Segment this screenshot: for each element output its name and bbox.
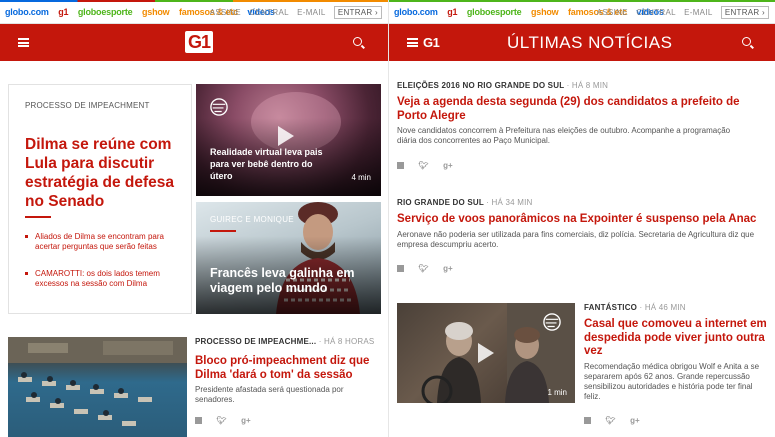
senate-image[interactable] [8, 337, 187, 437]
twitter-icon[interactable]: 🐦︎ [605, 416, 615, 425]
feature-headline[interactable]: Dilma se reúne com Lula para discutir es… [25, 135, 175, 211]
senate-illustration [8, 337, 187, 426]
news-headline[interactable]: Veja a agenda desta segunda (29) dos can… [397, 96, 769, 123]
g1-header: G1 [0, 24, 388, 61]
twitter-icon[interactable]: 🐦︎ [418, 264, 428, 273]
search-icon[interactable] [353, 37, 362, 46]
feature-divider [25, 216, 51, 218]
video-duration: 4 min [351, 173, 371, 182]
globo-bar-topline [0, 0, 388, 2]
news-summary: Nove candidatos concorrem à Prefeitura n… [397, 126, 731, 145]
twitter-icon[interactable]: 🐦︎ [216, 416, 226, 425]
news-section: ELEIÇÕES 2016 NO RIO GRANDE DO SUL · HÁ … [397, 81, 769, 90]
google-plus-icon[interactable]: g+ [241, 416, 251, 425]
globoplay-icon [210, 98, 228, 116]
entrar-button[interactable]: ENTRAR › [720, 6, 769, 19]
left-pane: globo.com g1 globoesporte gshow famosos … [0, 0, 388, 437]
share-bar: f 🐦︎ g+ [195, 410, 261, 425]
link-globo[interactable]: globo.com [394, 7, 438, 17]
bullet-dot [25, 235, 28, 238]
photo-credit: GUIREC E MONIQUE [210, 215, 294, 224]
share-bar: f 🐦︎ g+ [397, 155, 463, 170]
link-assine[interactable]: ASSINE [597, 8, 628, 17]
video-card[interactable]: Realidade virtual leva pais para ver beb… [196, 84, 381, 196]
search-icon[interactable] [742, 37, 751, 46]
feature-bullet[interactable]: Aliados de Dilma se encontram para acert… [25, 232, 165, 252]
link-globoesporte[interactable]: globoesporte [467, 7, 522, 17]
video-title[interactable]: Realidade virtual leva pais para ver beb… [210, 146, 335, 182]
news-section: FANTÁSTICO · HÁ 46 MIN [584, 303, 769, 312]
g1-header: G1 ÚLTIMAS NOTÍCIAS [389, 24, 775, 61]
feature-section: PROCESSO DE IMPEACHMENT [25, 101, 150, 110]
globoplay-icon [543, 313, 561, 331]
news-summary: Aeronave não poderia ser utilizada para … [397, 229, 755, 249]
globo-bar: globo.com g1 globoesporte gshow famosos … [389, 0, 775, 24]
link-email[interactable]: E-MAIL [297, 8, 325, 17]
link-globo[interactable]: globo.com [5, 7, 49, 17]
bottom-story-section-label: PROCESSO DE IMPEACHME... [195, 337, 317, 346]
news-video-thumbnail[interactable]: 1 min [397, 303, 575, 403]
news-item[interactable]: ELEIÇÕES 2016 NO RIO GRANDE DO SUL · HÁ … [397, 81, 769, 146]
photo-title[interactable]: Francês leva galinha em viagem pelo mund… [210, 266, 360, 296]
bottom-story-summary: Presidente afastada será questionada por… [195, 385, 344, 404]
menu-icon[interactable] [407, 38, 418, 47]
globo-bar-topline [389, 0, 775, 2]
menu-icon[interactable] [18, 38, 29, 47]
news-time: · HÁ 46 MIN [639, 303, 686, 312]
news-headline[interactable]: Serviço de voos panorâmicos na Expointer… [397, 213, 769, 227]
entrar-button[interactable]: ENTRAR › [333, 6, 382, 19]
share-bar: f 🐦︎ g+ [584, 410, 650, 425]
bottom-story-section: PROCESSO DE IMPEACHME... · HÁ 8 HORAS [195, 337, 380, 346]
share-bar: f 🐦︎ g+ [397, 258, 463, 273]
bottom-story-time: · HÁ 8 HORAS [318, 337, 375, 346]
link-central[interactable]: CENTRAL [249, 8, 288, 17]
g1-logo[interactable]: G1 [185, 31, 214, 53]
google-plus-icon[interactable]: g+ [630, 416, 640, 425]
link-g1[interactable]: g1 [58, 7, 68, 17]
photo-credit-line [210, 230, 236, 232]
google-plus-icon[interactable]: g+ [443, 264, 453, 273]
page-title: ÚLTIMAS NOTÍCIAS [507, 33, 673, 52]
news-summary: Recomendação médica obrigou Wolf e Anita… [584, 361, 760, 401]
news-item[interactable]: RIO GRANDE DO SUL · HÁ 34 MIN Serviço de… [397, 198, 769, 250]
news-time: · HÁ 8 MIN [566, 81, 609, 90]
link-email[interactable]: E-MAIL [684, 8, 712, 17]
feature-bullet[interactable]: CAMAROTTI: os dois lados temem excessos … [25, 269, 165, 289]
bullet-dot [25, 272, 28, 275]
link-assine[interactable]: ASSINE [210, 8, 241, 17]
link-gshow[interactable]: gshow [142, 7, 170, 17]
link-central[interactable]: CENTRAL [636, 8, 675, 17]
globo-bar: globo.com g1 globoesporte gshow famosos … [0, 0, 388, 24]
facebook-icon[interactable]: f [397, 265, 404, 273]
right-pane: globo.com g1 globoesporte gshow famosos … [388, 0, 775, 437]
twitter-icon[interactable]: 🐦︎ [418, 161, 428, 170]
bottom-story-headline[interactable]: Bloco pró-impeachment diz que Dilma 'dar… [195, 354, 375, 382]
link-gshow[interactable]: gshow [531, 7, 559, 17]
facebook-icon[interactable]: f [195, 417, 202, 425]
news-section: RIO GRANDE DO SUL · HÁ 34 MIN [397, 198, 769, 207]
news-video-duration: 1 min [547, 388, 567, 397]
play-icon[interactable] [478, 343, 494, 363]
news-section-label: ELEIÇÕES 2016 NO RIO GRANDE DO SUL [397, 81, 565, 90]
facebook-icon[interactable]: f [584, 417, 591, 425]
play-icon[interactable] [278, 126, 294, 146]
g1-logo-small[interactable]: G1 [423, 35, 440, 50]
google-plus-icon[interactable]: g+ [443, 161, 453, 170]
link-globoesporte[interactable]: globoesporte [78, 7, 133, 17]
photo-card[interactable]: GUIREC E MONIQUE Francês leva galinha em… [196, 202, 381, 314]
bottom-story[interactable]: PROCESSO DE IMPEACHME... · HÁ 8 HORAS Bl… [195, 337, 380, 405]
news-section-label: FANTÁSTICO [584, 303, 638, 312]
feature-card[interactable]: PROCESSO DE IMPEACHMENT Dilma se reúne c… [8, 84, 192, 314]
news-time: · HÁ 34 MIN [486, 198, 533, 207]
bullet-text: CAMAROTTI: os dois lados temem excessos … [35, 269, 160, 288]
facebook-icon[interactable]: f [397, 162, 404, 170]
news-headline[interactable]: Casal que comoveu a internet em despedid… [584, 318, 769, 359]
bullet-text: Aliados de Dilma se encontram para acert… [35, 232, 164, 251]
news-section-label: RIO GRANDE DO SUL [397, 198, 484, 207]
link-g1[interactable]: g1 [447, 7, 457, 17]
news-item[interactable]: FANTÁSTICO · HÁ 46 MIN Casal que comoveu… [584, 303, 769, 402]
